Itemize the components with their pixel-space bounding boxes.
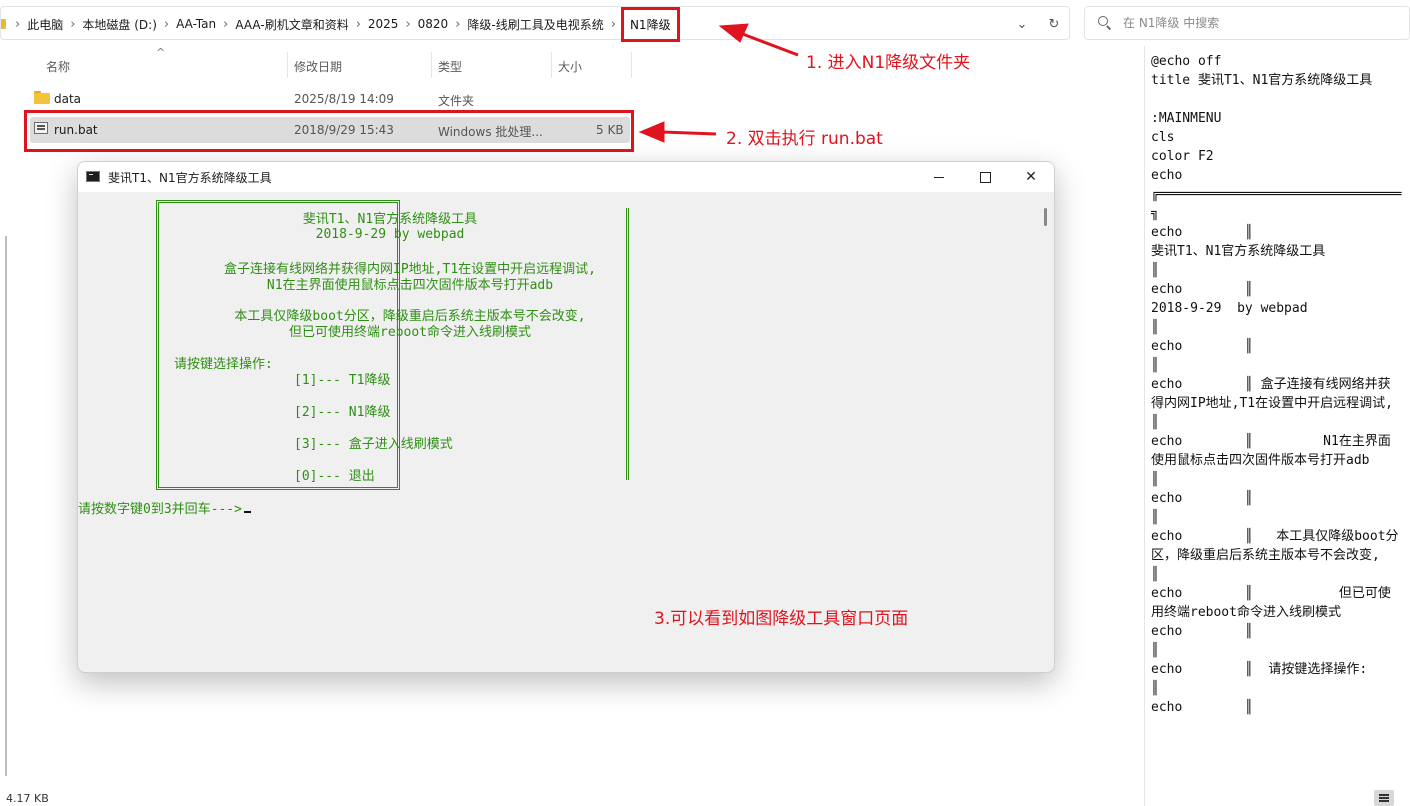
console-date: 2018-9-29 by webpad — [315, 227, 465, 242]
annotation-step2: 2. 双击执行 run.bat — [726, 129, 883, 149]
maximize-icon — [979, 171, 991, 183]
frame-right-border — [626, 208, 633, 480]
console-title: 斐讯T1、N1官方系统降级工具 — [108, 171, 272, 185]
preview-pane[interactable]: @echo off title 斐讯T1、N1官方系统降级工具 :MAINMEN… — [1144, 46, 1410, 806]
input-prompt: 请按数字键0到3并回车---> — [78, 502, 242, 517]
maximize-button[interactable] — [962, 162, 1008, 192]
annotation-step3: 3.可以看到如图降级工具窗口页面 — [654, 609, 909, 629]
console-prompt-heading: 请按键选择操作: — [174, 357, 273, 372]
console-output[interactable]: 斐讯T1、N1官方系统降级工具 2018-9-29 by webpad 盒子连接… — [78, 192, 1054, 672]
console-heading: 斐讯T1、N1官方系统降级工具 — [302, 212, 478, 227]
status-size: 4.17 KB — [6, 792, 49, 805]
menu-option: [1]--- T1降级 — [294, 373, 391, 388]
close-icon: ✕ — [1025, 169, 1037, 185]
menu-option: [0]--- 退出 — [294, 469, 375, 484]
arrow-step2 — [638, 121, 717, 143]
close-button[interactable]: ✕ — [1008, 162, 1054, 192]
console-scrollbar[interactable] — [1044, 208, 1047, 226]
cmd-icon — [86, 171, 100, 182]
details-view-icon[interactable] — [1374, 790, 1394, 806]
annotation-step1: 1. 进入N1降级文件夹 — [806, 53, 971, 73]
minimize-icon — [934, 176, 944, 178]
arrow-step1 — [718, 23, 799, 57]
console-titlebar[interactable]: 斐讯T1、N1官方系统降级工具 ✕ — [78, 162, 1054, 192]
preview-text: @echo off title 斐讯T1、N1官方系统降级工具 :MAINMEN… — [1151, 54, 1402, 715]
menu-option: [3]--- 盒子进入线刷模式 — [294, 437, 453, 452]
text-cursor — [243, 511, 251, 513]
minimize-button[interactable] — [916, 162, 962, 192]
console-info-line: 但已可使用终端reboot命令进入线刷模式 — [289, 325, 531, 340]
console-window[interactable]: 斐讯T1、N1官方系统降级工具 ✕ 斐讯T1、N1官方系统降级工具 2018-9… — [77, 161, 1055, 673]
console-info-line: N1在主界面使用鼠标点击四次固件版本号打开adb — [266, 278, 554, 293]
input-prompt-line[interactable]: 请按数字键0到3并回车---> — [78, 498, 251, 517]
menu-option: [2]--- N1降级 — [294, 405, 391, 420]
